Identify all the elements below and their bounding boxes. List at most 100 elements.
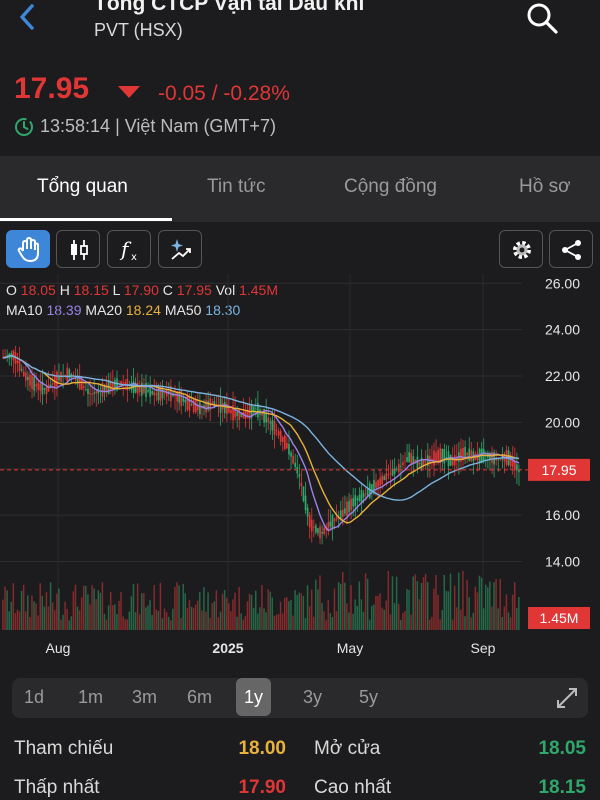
candle-body: [155, 393, 158, 396]
volume-bar: [124, 619, 126, 630]
volume-bar: [395, 576, 398, 630]
candle-body: [379, 477, 381, 486]
volume-bar: [10, 601, 12, 630]
candle-body: [232, 405, 234, 421]
volume-bar: [453, 585, 456, 630]
candle-body: [14, 352, 17, 364]
volume-bar: [383, 609, 385, 630]
volume-bar: [346, 603, 348, 630]
ma20-value: 18.24: [125, 302, 161, 318]
range-1y[interactable]: 1y: [236, 678, 272, 716]
candle-body: [389, 473, 392, 475]
volume-bar: [22, 584, 25, 630]
volume-bar: [464, 616, 466, 630]
ma10-value: 18.39: [46, 302, 82, 318]
candle-body: [391, 469, 394, 476]
tab-community[interactable]: Cộng đồng: [344, 176, 437, 198]
volume-bar: [381, 607, 383, 630]
last-price-tag: [528, 458, 590, 481]
range-1m[interactable]: 1m: [78, 687, 103, 708]
y-tick-label: 20.00: [545, 414, 580, 430]
volume-bar: [327, 600, 329, 630]
candle-body: [62, 375, 64, 377]
volume-bar: [37, 615, 39, 630]
volume-bar: [126, 619, 128, 630]
volume-bar: [393, 602, 396, 630]
volume-bar: [495, 578, 497, 630]
volume-bar: [176, 582, 178, 630]
open-price-label: Mở cửa: [314, 738, 381, 759]
tab-news[interactable]: Tin tức: [207, 176, 265, 198]
volume-bar: [109, 591, 112, 630]
volume-bar: [95, 599, 97, 630]
range-1d[interactable]: 1d: [24, 687, 44, 708]
volume-bar: [431, 616, 433, 630]
candle-body: [308, 515, 311, 528]
candle-body: [149, 386, 151, 397]
candle-body: [422, 460, 425, 465]
volume-bar: [97, 590, 99, 630]
candle-body: [35, 384, 38, 387]
candle-body: [201, 407, 203, 409]
candle-body: [424, 461, 427, 463]
pan-tool-button[interactable]: [6, 230, 50, 268]
volume-bar: [180, 617, 182, 630]
candle-body: [167, 391, 170, 395]
volume-bar: [358, 581, 361, 630]
candle-body: [447, 451, 450, 467]
tab-overview[interactable]: Tổng quan: [37, 176, 128, 198]
candle-body: [217, 404, 220, 407]
candle-body: [275, 429, 278, 431]
candle-body: [335, 517, 338, 520]
candle-body: [455, 456, 458, 461]
volume-bar: [356, 605, 358, 630]
volume-bar: [120, 591, 122, 630]
candle-body: [437, 449, 439, 464]
volume-bar: [443, 575, 446, 630]
share-button[interactable]: [549, 230, 593, 268]
expand-icon[interactable]: [555, 686, 579, 710]
candle-body: [300, 482, 303, 487]
volume-bar: [348, 612, 350, 630]
x-tick-label: 2025: [212, 640, 243, 656]
candle-body: [49, 384, 52, 388]
volume-bar: [277, 614, 280, 630]
candle-body: [190, 404, 193, 406]
volume-label: Vol: [215, 282, 236, 298]
volume-bar: [145, 607, 147, 630]
candle-body: [383, 476, 386, 481]
chart-type-button[interactable]: [56, 230, 100, 268]
candle-body: [306, 507, 309, 517]
candle-body: [134, 383, 137, 393]
volume-bar: [385, 600, 387, 630]
candle-body: [277, 431, 280, 436]
range-3m[interactable]: 3m: [132, 687, 157, 708]
volume-bar: [499, 579, 501, 630]
candle-body: [511, 457, 514, 468]
candle-body: [279, 431, 282, 442]
volume-bar: [288, 601, 290, 630]
chart-settings-button[interactable]: [499, 230, 543, 268]
volume-bar: [462, 570, 464, 630]
volume-bar: [43, 606, 46, 630]
range-5y[interactable]: 5y: [359, 687, 378, 708]
ai-analysis-button[interactable]: [158, 230, 202, 268]
volume-bar: [58, 588, 60, 630]
volume-bar: [263, 608, 265, 630]
range-3y[interactable]: 3y: [303, 687, 322, 708]
candle-body: [518, 469, 520, 473]
last-price-tag-label: 17.95: [541, 462, 576, 478]
volume-bar: [118, 600, 120, 630]
back-arrow-icon[interactable]: [14, 2, 42, 32]
volume-bar: [344, 582, 346, 630]
volume-bar: [310, 589, 313, 630]
ma10-line: [2, 354, 520, 532]
candle-body: [414, 459, 417, 463]
range-6m[interactable]: 6m: [187, 687, 212, 708]
candle-body: [159, 386, 162, 401]
volume-bar: [478, 575, 481, 630]
indicator-button[interactable]: f x: [107, 230, 151, 268]
search-icon[interactable]: [524, 0, 560, 36]
volume-bar: [24, 611, 27, 630]
tab-profile[interactable]: Hồ sơ: [519, 176, 571, 198]
